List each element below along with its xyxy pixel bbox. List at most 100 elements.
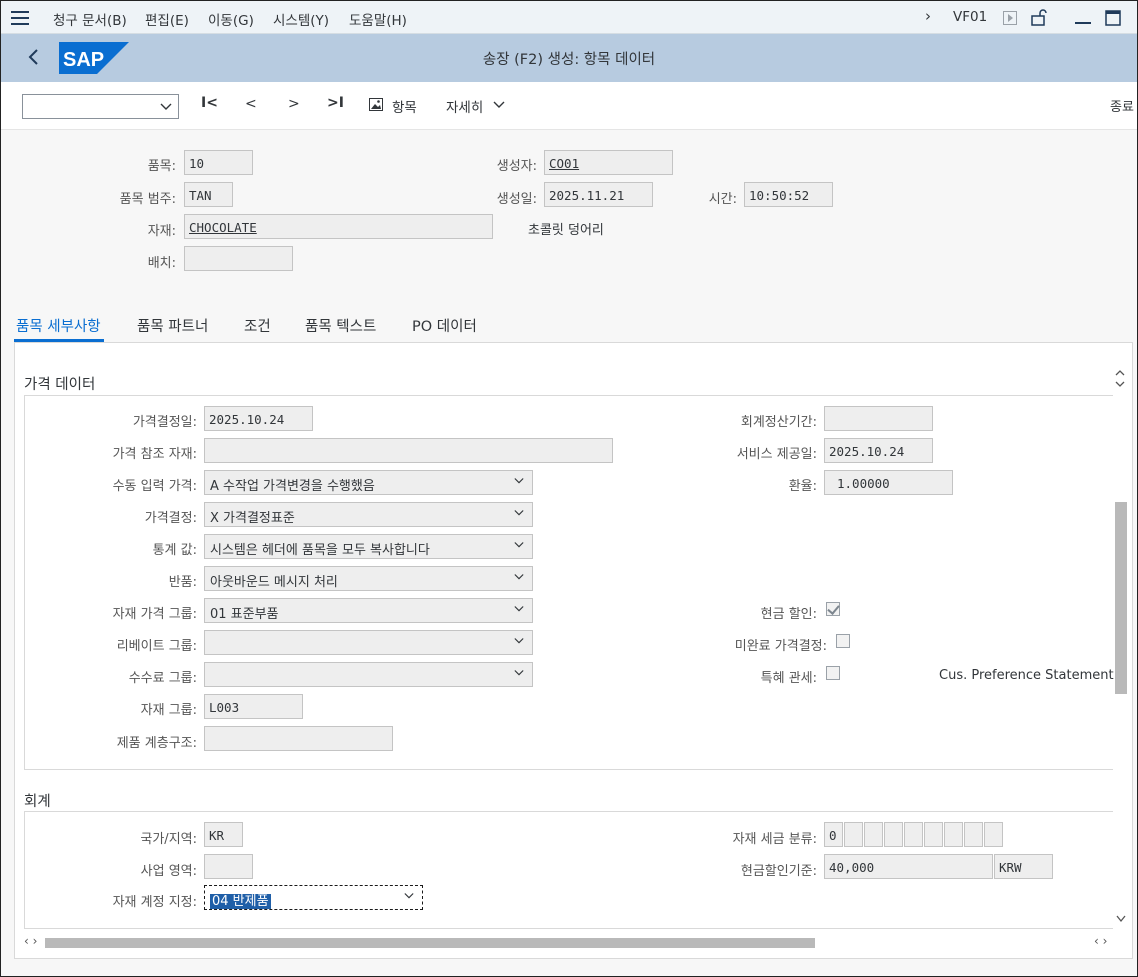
vertical-scrollbar[interactable] [1115, 502, 1127, 694]
item-button[interactable]: 항목 [392, 96, 417, 116]
menu-edit[interactable]: 편집(E) [145, 9, 189, 29]
tax-class-field-6[interactable] [924, 822, 943, 847]
tax-class-field-5[interactable] [904, 822, 923, 847]
scroll-down-icon[interactable] [1116, 915, 1126, 923]
currency-field[interactable]: KRW [994, 854, 1053, 879]
material-field[interactable]: CHOCOLATE [184, 214, 493, 239]
chevron-down-icon [514, 606, 524, 612]
item-category-field[interactable]: TAN [184, 182, 233, 207]
menu-help[interactable]: 도움말(H) [349, 9, 407, 29]
returns-label: 반품: [168, 575, 197, 590]
incomplete-pricing-checkbox[interactable] [836, 634, 850, 648]
item-field[interactable]: 10 [184, 150, 253, 175]
manual-price-dropdown[interactable]: A 수작업 가격변경을 수행했음 [204, 470, 533, 495]
preference-label: 특혜 관세: [760, 671, 817, 686]
cash-discount-checkbox[interactable] [826, 602, 840, 616]
tab-po-data[interactable]: PO 데이터 [412, 315, 477, 336]
prod-hierarchy-field[interactable] [204, 726, 393, 751]
tab-conditions[interactable]: 조건 [244, 315, 271, 336]
ref-material-field[interactable] [204, 438, 613, 463]
first-item-icon[interactable]: I< [201, 95, 218, 111]
acct-assign-value: 04 반제품 [210, 894, 271, 909]
expand-arrow-icon[interactable]: › [925, 7, 931, 25]
pricing-date-label: 가격결정일: [132, 415, 197, 430]
last-item-icon[interactable]: >I [327, 95, 344, 111]
returns-dropdown[interactable]: 아웃바운드 메시지 처리 [204, 566, 533, 591]
menu-bar: 청구 문서(B) 편집(E) 이동(G) 시스템(Y) 도움말(H) › VF0… [1, 1, 1137, 34]
chevron-down-icon [493, 101, 505, 108]
material-description: 초콜릿 덩어리 [528, 223, 604, 238]
pricing-value: X 가격결정표준 [210, 511, 295, 526]
chevron-down-icon [514, 670, 524, 676]
preference-statement: Cus. Preference Statement [939, 668, 1114, 683]
tab-item-texts[interactable]: 품목 텍스트 [305, 315, 376, 336]
acct-assign-dropdown[interactable]: 04 반제품 [204, 885, 423, 910]
transaction-code: VF01 [953, 9, 988, 25]
exit-button[interactable]: 종료 [1110, 96, 1134, 115]
created-by-field[interactable]: CO01 [544, 150, 673, 175]
time-label: 시간: [708, 192, 737, 207]
previous-item-icon[interactable]: < [245, 96, 257, 112]
menu-goto[interactable]: 이동(G) [208, 9, 254, 29]
tax-class-label: 자재 세금 분류: [732, 832, 817, 847]
maximize-icon[interactable] [1105, 10, 1121, 26]
commission-group-dropdown[interactable] [204, 662, 533, 687]
mat-price-group-dropdown[interactable]: 01 표준부품 [204, 598, 533, 623]
rebate-group-dropdown[interactable] [204, 630, 533, 655]
menu-system[interactable]: 시스템(Y) [273, 9, 329, 29]
material-group-field[interactable]: L003 [204, 694, 303, 719]
mat-price-group-label: 자재 가격 그룹: [112, 607, 197, 622]
pricing-dropdown[interactable]: X 가격결정표준 [204, 502, 533, 527]
mat-price-group-value: 01 표준부품 [210, 607, 279, 622]
toolbar: I< < > >I 항목 자세히 종료 [1, 82, 1137, 130]
horizontal-scrollbar[interactable] [45, 938, 815, 948]
chevron-down-icon [514, 638, 524, 644]
pricing-date-field[interactable]: 2025.10.24 [204, 406, 313, 431]
preference-checkbox[interactable] [826, 666, 840, 680]
details-button[interactable]: 자세히 [446, 96, 483, 116]
accounting-section-title: 회계 [24, 794, 51, 810]
unlock-icon[interactable] [1031, 8, 1047, 26]
business-area-field[interactable] [204, 854, 253, 879]
tax-class-field-7[interactable] [944, 822, 963, 847]
execute-icon[interactable] [1003, 11, 1017, 25]
time-field[interactable]: 10:50:52 [744, 182, 833, 207]
exchange-rate-field[interactable]: 1.00000 [824, 470, 953, 495]
tax-class-field-2[interactable] [844, 822, 863, 847]
batch-label: 배치: [147, 256, 176, 271]
minimize-icon[interactable] [1075, 15, 1091, 25]
tax-class-field-3[interactable] [864, 822, 883, 847]
scroll-left-right-icon[interactable]: ‹ › [1094, 934, 1107, 948]
command-field-dropdown[interactable] [22, 94, 179, 119]
cash-disc-base-label: 현금할인기준: [740, 864, 817, 879]
chevron-down-icon [514, 542, 524, 548]
created-on-field[interactable]: 2025.11.21 [544, 182, 653, 207]
menu-billing-document[interactable]: 청구 문서(B) [53, 9, 127, 29]
country-field[interactable]: KR [204, 822, 243, 847]
tab-item-partners[interactable]: 품목 파트너 [137, 315, 208, 336]
tax-class-field-8[interactable] [964, 822, 983, 847]
hamburger-menu-icon[interactable] [11, 11, 29, 25]
pricing-label: 가격결정: [144, 511, 197, 526]
acct-assign-label: 자재 계정 지정: [112, 895, 197, 910]
next-item-icon[interactable]: > [288, 96, 300, 112]
service-date-label: 서비스 제공일: [736, 447, 817, 462]
chevron-down-icon [514, 510, 524, 516]
page-title: 송장 (F2) 생성: 항목 데이터 [482, 52, 656, 68]
tab-item-details[interactable]: 품목 세부사항 [16, 315, 101, 336]
business-area-label: 사업 영역: [140, 864, 197, 879]
stat-value-dropdown[interactable]: 시스템은 헤더에 품목을 모두 복사합니다 [204, 534, 533, 559]
service-date-field[interactable]: 2025.10.24 [824, 438, 933, 463]
scroll-left-right-icon[interactable]: ‹ › [24, 934, 37, 948]
stat-value-label: 통계 값: [152, 543, 197, 558]
stat-value-value: 시스템은 헤더에 품목을 모두 복사합니다 [210, 543, 430, 558]
tax-class-field-4[interactable] [884, 822, 903, 847]
settlement-period-field[interactable] [824, 406, 933, 431]
batch-field[interactable] [184, 246, 293, 271]
image-icon[interactable] [369, 98, 383, 111]
tax-class-field-1[interactable]: 0 [824, 822, 843, 847]
tax-class-field-9[interactable] [984, 822, 1003, 847]
cash-disc-base-field[interactable]: 40,000 [824, 854, 993, 879]
commission-group-label: 수수료 그룹: [128, 671, 197, 686]
collapse-expand-icon[interactable] [1114, 369, 1126, 389]
